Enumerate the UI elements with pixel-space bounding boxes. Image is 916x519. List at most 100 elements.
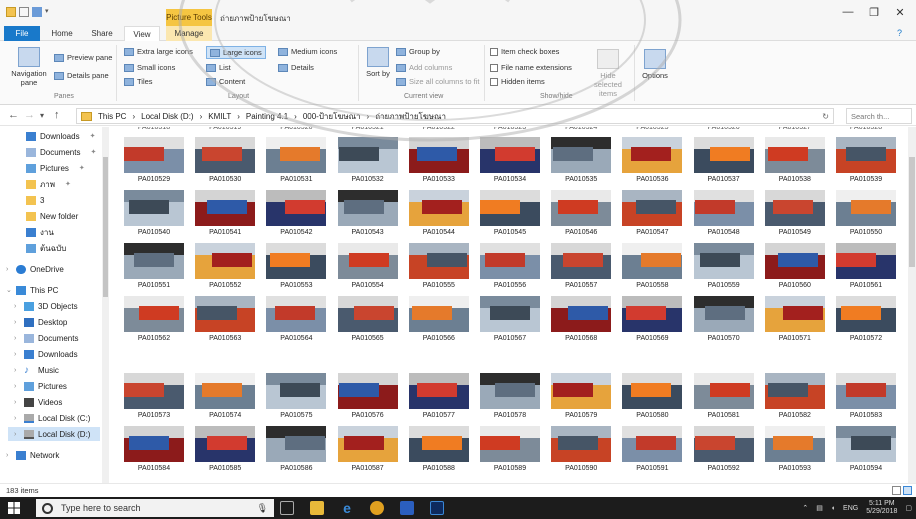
nav-item-onedrive[interactable]: › OneDrive <box>6 262 64 276</box>
file-thumbnail-item[interactable]: PA010580 <box>620 373 684 419</box>
tiles-button[interactable]: Tiles <box>124 77 153 86</box>
file-thumbnail-item[interactable]: PA010556 <box>478 243 542 289</box>
refresh-icon[interactable]: ↻ <box>822 112 829 121</box>
nav-item-documents[interactable]: Documents ✦ <box>26 145 96 159</box>
chevron-right-icon[interactable]: › <box>14 367 20 374</box>
navigation-pane-button[interactable]: Navigation pane <box>8 47 50 87</box>
content-button[interactable]: Content <box>206 77 245 86</box>
file-thumbnail-item[interactable]: PA010581 <box>692 373 756 419</box>
microphone-icon[interactable]: 🎙 <box>257 503 268 514</box>
chevron-right-icon[interactable]: › <box>14 431 20 438</box>
scrollbar-thumb[interactable] <box>909 157 915 267</box>
file-thumbnail-item[interactable]: PA010536 <box>620 137 684 183</box>
volume-icon[interactable]: ◖ <box>831 505 835 512</box>
scrollbar-thumb[interactable] <box>103 157 108 297</box>
file-thumbnail-item[interactable]: PA010559 <box>692 243 756 289</box>
breadcrumb-folder-000[interactable]: 000-ป้ายโฆษณา <box>303 110 361 123</box>
file-thumbnail-item[interactable]: PA010548 <box>692 190 756 236</box>
file-thumbnail-item[interactable]: PA010576 <box>336 373 400 419</box>
file-thumbnail-item[interactable]: PA010592 <box>692 426 756 472</box>
large-icons-view-icon[interactable] <box>903 486 912 495</box>
tab-manage[interactable]: Manage <box>166 26 212 41</box>
file-thumbnail-item[interactable]: PA010591 <box>620 426 684 472</box>
tab-home[interactable]: Home <box>44 26 80 41</box>
file-thumbnail-item[interactable]: PA010530 <box>193 137 257 183</box>
file-thumbnail-item[interactable]: PA010589 <box>478 426 542 472</box>
breadcrumb-local-disk-d[interactable]: Local Disk (D:) <box>141 112 193 121</box>
file-thumbnail-item[interactable]: PA010564 <box>264 296 328 342</box>
large-icons-button[interactable]: Large icons <box>206 46 266 59</box>
minimize-button[interactable]: — <box>838 6 858 18</box>
details-button[interactable]: Details <box>278 63 314 72</box>
chevron-down-icon[interactable]: ▾ <box>45 7 49 17</box>
maximize-button[interactable]: ❐ <box>864 6 884 19</box>
nav-item-local-disk-c[interactable]: › Local Disk (C:) <box>14 411 90 425</box>
nav-item-downloads[interactable]: Downloads ✦ <box>26 129 95 143</box>
checkbox-icon[interactable] <box>19 7 29 17</box>
file-thumbnail-item[interactable]: PA010540 <box>122 190 186 236</box>
details-pane-button[interactable]: Details pane <box>54 71 109 80</box>
file-thumbnail-item[interactable]: PA010547 <box>620 190 684 236</box>
file-thumbnail-item[interactable]: PA010546 <box>549 190 613 236</box>
file-thumbnail-item[interactable]: PA010533 <box>407 137 471 183</box>
taskbar-search-input[interactable]: Type here to search 🎙 <box>36 499 274 517</box>
chevron-right-icon[interactable]: › <box>14 351 20 358</box>
file-thumbnail-item[interactable]: PA010583 <box>834 373 898 419</box>
forward-arrow-icon[interactable]: → <box>24 109 35 121</box>
task-view-icon[interactable] <box>280 501 294 515</box>
file-thumbnail-item[interactable]: PA010567 <box>478 296 542 342</box>
file-thumbnail-item[interactable]: PA010557 <box>549 243 613 289</box>
sort-by-button[interactable]: Sort by <box>364 47 392 78</box>
chevron-right-icon[interactable]: › <box>14 335 20 342</box>
medium-icons-button[interactable]: Medium icons <box>278 47 337 56</box>
notifications-icon[interactable]: ▢ <box>905 504 912 512</box>
file-thumbnail-item[interactable]: PA010565 <box>336 296 400 342</box>
chevron-down-icon[interactable]: ⌄ <box>6 286 12 294</box>
chevron-right-icon[interactable]: › <box>6 266 12 273</box>
file-thumbnail-item[interactable]: PA010563 <box>193 296 257 342</box>
tab-file[interactable]: File <box>4 26 40 41</box>
file-thumbnail-item[interactable]: PA010566 <box>407 296 471 342</box>
checkbox-icon[interactable] <box>490 63 498 72</box>
file-thumbnail-item[interactable]: PA010542 <box>264 190 328 236</box>
nav-item-pc-downloads[interactable]: › Downloads <box>14 347 78 361</box>
file-thumbnail-item[interactable]: PA010537 <box>692 137 756 183</box>
checkbox-icon[interactable] <box>490 47 498 56</box>
nav-item-thai-folder-2[interactable]: งาน <box>26 225 54 239</box>
group-by-button[interactable]: Group by <box>396 47 440 56</box>
nav-item-pc-pictures[interactable]: › Pictures <box>14 379 67 393</box>
file-thumbnail-item[interactable]: PA010532 <box>336 137 400 183</box>
nav-item-this-pc[interactable]: ⌄ This PC <box>6 283 58 297</box>
chevron-right-icon[interactable]: › <box>14 415 20 422</box>
file-thumbnail-item[interactable]: PA010552 <box>193 243 257 289</box>
breadcrumb-this-pc[interactable]: This PC <box>98 112 126 121</box>
file-thumbnail-item[interactable]: PA010534 <box>478 137 542 183</box>
content-scrollbar[interactable] <box>908 127 916 483</box>
chevron-right-icon[interactable]: › <box>14 383 20 390</box>
file-name-extensions-toggle[interactable]: File name extensions <box>490 63 572 72</box>
file-thumbnail-item[interactable]: PA010571 <box>763 296 827 342</box>
photoshop-app-icon[interactable] <box>430 501 444 515</box>
nav-item-desktop[interactable]: › Desktop <box>14 315 67 329</box>
word-app-icon[interactable] <box>400 501 414 515</box>
file-thumbnail-item[interactable]: PA010538 <box>763 137 827 183</box>
breadcrumb-painting[interactable]: Painting 4.1 <box>246 112 288 121</box>
add-columns-button[interactable]: Add columns <box>396 63 452 72</box>
hide-selected-items-button[interactable]: Hide selected items <box>586 49 630 98</box>
nav-item-thai-folder-1[interactable]: ภาพ ✦ <box>26 177 71 191</box>
chrome-browser-icon[interactable] <box>370 501 384 515</box>
chevron-up-icon[interactable]: ⌃ <box>802 504 808 512</box>
checkbox-icon[interactable] <box>490 77 498 86</box>
small-icons-button[interactable]: Small icons <box>124 63 175 72</box>
nav-pane-scrollbar[interactable] <box>102 127 109 483</box>
nav-item-3d-objects[interactable]: › 3D Objects <box>14 299 78 313</box>
preview-pane-button[interactable]: Preview pane <box>54 53 112 62</box>
file-thumbnail-item[interactable]: PA010568 <box>549 296 613 342</box>
file-thumbnail-item[interactable]: PA010529 <box>122 137 186 183</box>
file-thumbnail-item[interactable]: PA010558 <box>620 243 684 289</box>
nav-item-local-disk-d[interactable]: › Local Disk (D:) <box>8 427 100 441</box>
file-thumbnail-item[interactable]: PA010553 <box>264 243 328 289</box>
tab-share[interactable]: Share <box>84 26 120 41</box>
file-thumbnail-item[interactable]: PA010570 <box>692 296 756 342</box>
file-thumbnail-item[interactable]: PA010544 <box>407 190 471 236</box>
